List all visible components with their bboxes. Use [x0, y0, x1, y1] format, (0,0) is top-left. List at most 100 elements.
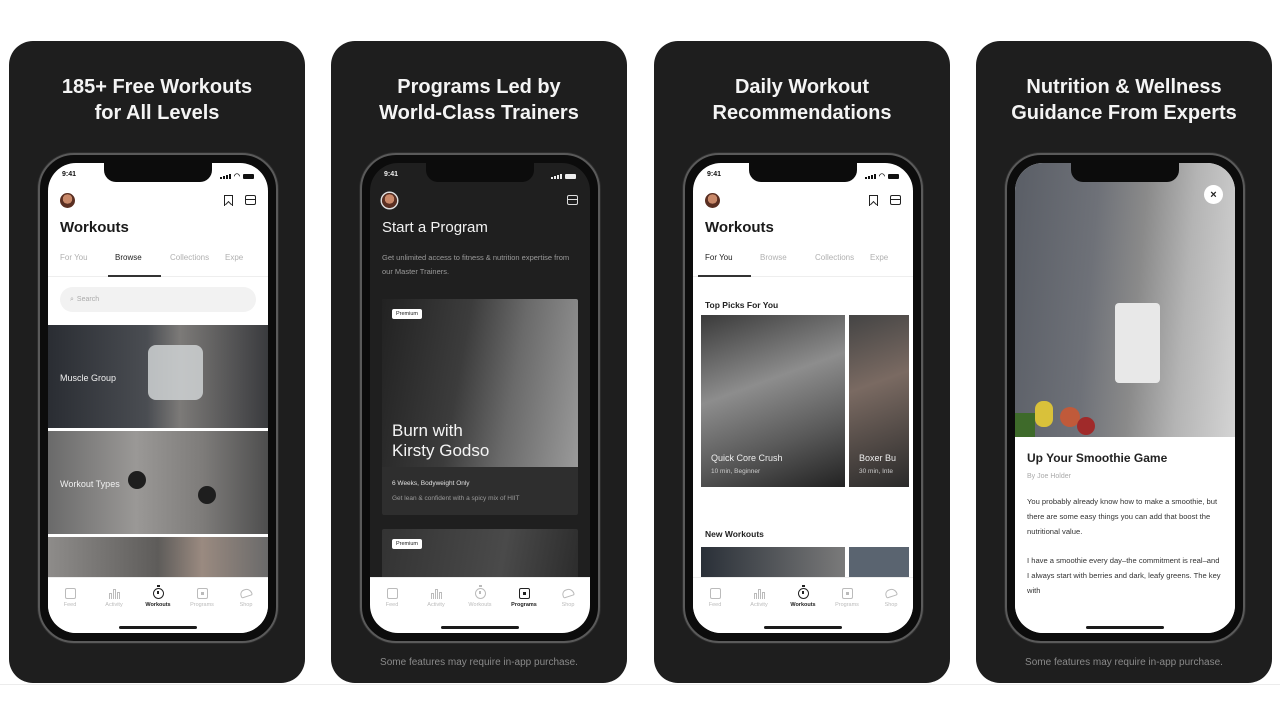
- home-indicator[interactable]: [764, 626, 842, 629]
- status-bar: 9:41 ◠: [62, 171, 254, 181]
- pick-title: Boxer Bu: [859, 453, 897, 463]
- page-subtitle: Get unlimited access to fitness & nutrit…: [382, 253, 570, 276]
- browse-tile-muscle-group[interactable]: Muscle Group: [48, 325, 268, 428]
- tab-collections[interactable]: Collections: [803, 253, 858, 276]
- tabbar-icon-wrap: [841, 587, 853, 599]
- tab-experts[interactable]: Expe: [858, 253, 913, 276]
- tabbar-icon-wrap: [797, 584, 809, 599]
- phone-frame: × Up Your Smoothie Game By Joe Holder Yo…: [1005, 153, 1245, 643]
- bottom-tab-bar: Feed Activity Workouts Programs Shop: [48, 577, 268, 633]
- activity-icon: [753, 588, 765, 599]
- close-icon: ×: [1210, 188, 1217, 201]
- activity-icon: [430, 588, 442, 599]
- wifi-icon: ◠: [878, 173, 885, 180]
- promo-card-programs: Programs Led by World-Class Trainers 9:4…: [331, 41, 627, 683]
- status-bar: 9:41 ◠: [707, 171, 899, 181]
- tab-browse[interactable]: Browse: [748, 253, 803, 276]
- search-icon: ⌕: [70, 295, 74, 303]
- tab-bar-top: For You Browse Collections Expe: [48, 253, 268, 277]
- tabbar-feed[interactable]: Feed: [374, 587, 410, 633]
- tabbar-feed[interactable]: Feed: [52, 587, 88, 633]
- tabbar-label: Activity: [105, 602, 123, 608]
- tile-image: [148, 345, 203, 400]
- home-indicator[interactable]: [119, 626, 197, 629]
- pick-card[interactable]: Quick Core Crush 10 min, Beginner: [701, 315, 845, 487]
- phone-frame: 9:41 ◠ Workouts For You Browse Collectio…: [683, 153, 923, 643]
- greens-image: [1015, 413, 1035, 437]
- status-bar: 9:41: [384, 171, 576, 181]
- bookmark-icon[interactable]: [869, 195, 878, 206]
- premium-badge: Premium: [392, 309, 423, 319]
- card-title: Daily Workout Recommendations: [654, 74, 950, 126]
- page-title: Workouts: [705, 219, 774, 236]
- inbox-icon[interactable]: [567, 195, 578, 205]
- home-indicator[interactable]: [441, 626, 519, 629]
- tabbar-shop[interactable]: Shop: [550, 587, 586, 633]
- tab-collections[interactable]: Collections: [158, 253, 213, 276]
- fruit-image: [1035, 401, 1053, 427]
- status-icons: ◠: [864, 171, 899, 181]
- tile-label: Workout Types: [60, 479, 120, 489]
- search-input[interactable]: ⌕ Search: [60, 287, 256, 312]
- tabbar-label: Feed: [385, 602, 399, 608]
- card-footer: Some features may require in-app purchas…: [1025, 657, 1223, 668]
- browse-tile-workout-types[interactable]: Workout Types: [48, 431, 268, 534]
- tabbar-label: Shop: [239, 602, 253, 608]
- app-store-screenshots: 185+ Free Workouts for All Levels 9:41 ◠: [0, 0, 1280, 720]
- tab-for-you[interactable]: For You: [693, 253, 751, 277]
- tabbar-shop[interactable]: Shop: [228, 587, 264, 633]
- tabbar-icon-wrap: [64, 587, 76, 599]
- signal-icon: [551, 173, 562, 179]
- card-title: Nutrition & Wellness Guidance From Exper…: [976, 74, 1272, 126]
- bookmark-icon[interactable]: [224, 195, 233, 206]
- tab-browse[interactable]: Browse: [103, 253, 161, 277]
- battery-icon: [565, 173, 576, 179]
- signal-icon: [864, 173, 876, 179]
- blender-image: [1115, 303, 1160, 383]
- phone-screen: × Up Your Smoothie Game By Joe Holder Yo…: [1015, 163, 1235, 633]
- feed-icon: [386, 587, 398, 599]
- tabbar-label: Shop: [561, 602, 575, 608]
- program-name-line-1: Burn with: [392, 421, 463, 440]
- wifi-icon: ◠: [233, 173, 240, 180]
- tabbar-label: Workouts: [145, 602, 171, 608]
- section-heading-new-workouts: New Workouts: [705, 529, 764, 539]
- title-line-2: Guidance From Experts: [1011, 102, 1237, 124]
- avatar[interactable]: [705, 193, 720, 208]
- pick-subtitle: 30 min, Inte: [859, 468, 893, 475]
- inbox-icon[interactable]: [890, 195, 901, 205]
- tabbar-feed[interactable]: Feed: [697, 587, 733, 633]
- program-name-line-2: Kirsty Godso: [392, 441, 490, 460]
- home-indicator[interactable]: [1086, 626, 1164, 629]
- close-button[interactable]: ×: [1204, 185, 1223, 204]
- signal-icon: [219, 173, 231, 179]
- tab-bar-top: For You Browse Collections Expe: [693, 253, 913, 277]
- header-actions: [869, 195, 901, 206]
- avatar[interactable]: [382, 193, 397, 208]
- tabbar-shop[interactable]: Shop: [873, 587, 909, 633]
- tabbar-icon-wrap: [709, 587, 721, 599]
- premium-badge: Premium: [392, 539, 423, 549]
- phone-screen: 9:41 ◠ Workouts For You Browse Collectio…: [693, 163, 913, 633]
- inbox-icon[interactable]: [245, 195, 256, 205]
- page-title: Workouts: [60, 219, 129, 236]
- program-card[interactable]: Premium Burn with Kirsty Godso 6 Weeks, …: [382, 299, 578, 515]
- article-paragraph: I have a smoothie every day–the commitme…: [1027, 556, 1221, 595]
- tabbar-label: Workouts: [790, 602, 816, 608]
- stopwatch-icon: [797, 584, 809, 599]
- title-line-1: 185+ Free Workouts: [61, 76, 253, 98]
- fruit-image: [1077, 417, 1095, 435]
- title-line-1: Nutrition & Wellness: [1026, 76, 1222, 98]
- tabbar-label: Feed: [708, 602, 722, 608]
- status-time: 9:41: [384, 171, 399, 178]
- tabbar-icon-wrap: [386, 587, 398, 599]
- program-meta: 6 Weeks, Bodyweight Only: [392, 480, 470, 487]
- tab-experts[interactable]: Expe: [213, 253, 268, 276]
- tab-for-you[interactable]: For You: [48, 253, 103, 276]
- avatar[interactable]: [60, 193, 75, 208]
- bottom-tab-bar: Feed Activity Workouts Programs Shop: [370, 577, 590, 633]
- pick-card[interactable]: Boxer Bu 30 min, Inte: [849, 315, 909, 487]
- page-title: Start a Program: [382, 219, 488, 236]
- tabbar-label: Programs: [511, 602, 537, 608]
- divider: [0, 684, 1280, 685]
